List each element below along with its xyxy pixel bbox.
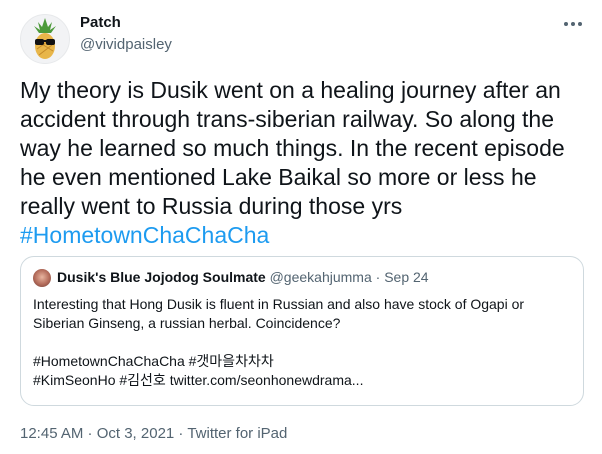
quoted-tags-line-2: #KimSeonHo #김선호 twitter.com/seonhonewdra…: [33, 372, 364, 388]
pineapple-sunglasses-avatar-icon: [34, 18, 56, 59]
quoted-tweet-header: Dusik's Blue Jojodog Soulmate @geekahjum…: [57, 269, 429, 285]
quoted-tweet[interactable]: Dusik's Blue Jojodog Soulmate @geekahjum…: [20, 256, 584, 406]
quoted-author-handle: @geekahjumma: [269, 269, 372, 285]
quoted-spacer: [33, 333, 573, 352]
tweet-text-block: My theory is Dusik went on a healing jou…: [20, 76, 590, 250]
quoted-author-avatar: [33, 269, 51, 287]
quoted-tweet-text-block: Interesting that Hong Dusik is fluent in…: [33, 295, 573, 390]
tweet-card: Patch @vividpaisley My theory is Dusik w…: [0, 0, 602, 454]
quoted-author-name: Dusik's Blue Jojodog Soulmate: [57, 269, 266, 285]
quoted-separator: ·: [375, 269, 381, 285]
quoted-tags-line-1: #HometownChaChaCha #갯마을차차차: [33, 353, 274, 369]
tweet-text: My theory is Dusik went on a healing jou…: [20, 77, 565, 219]
author-avatar[interactable]: [20, 14, 70, 64]
hashtag-link[interactable]: #HometownChaChaCha: [20, 221, 590, 250]
author-handle[interactable]: @vividpaisley: [80, 36, 172, 53]
author-name[interactable]: Patch: [80, 14, 121, 31]
quoted-tweet-text: Interesting that Hong Dusik is fluent in…: [33, 296, 525, 331]
more-options-icon[interactable]: [560, 14, 586, 34]
quoted-date: Sep 24: [384, 269, 429, 285]
tweet-timestamp[interactable]: 12:45 AM · Oct 3, 2021 · Twitter for iPa…: [20, 425, 287, 442]
